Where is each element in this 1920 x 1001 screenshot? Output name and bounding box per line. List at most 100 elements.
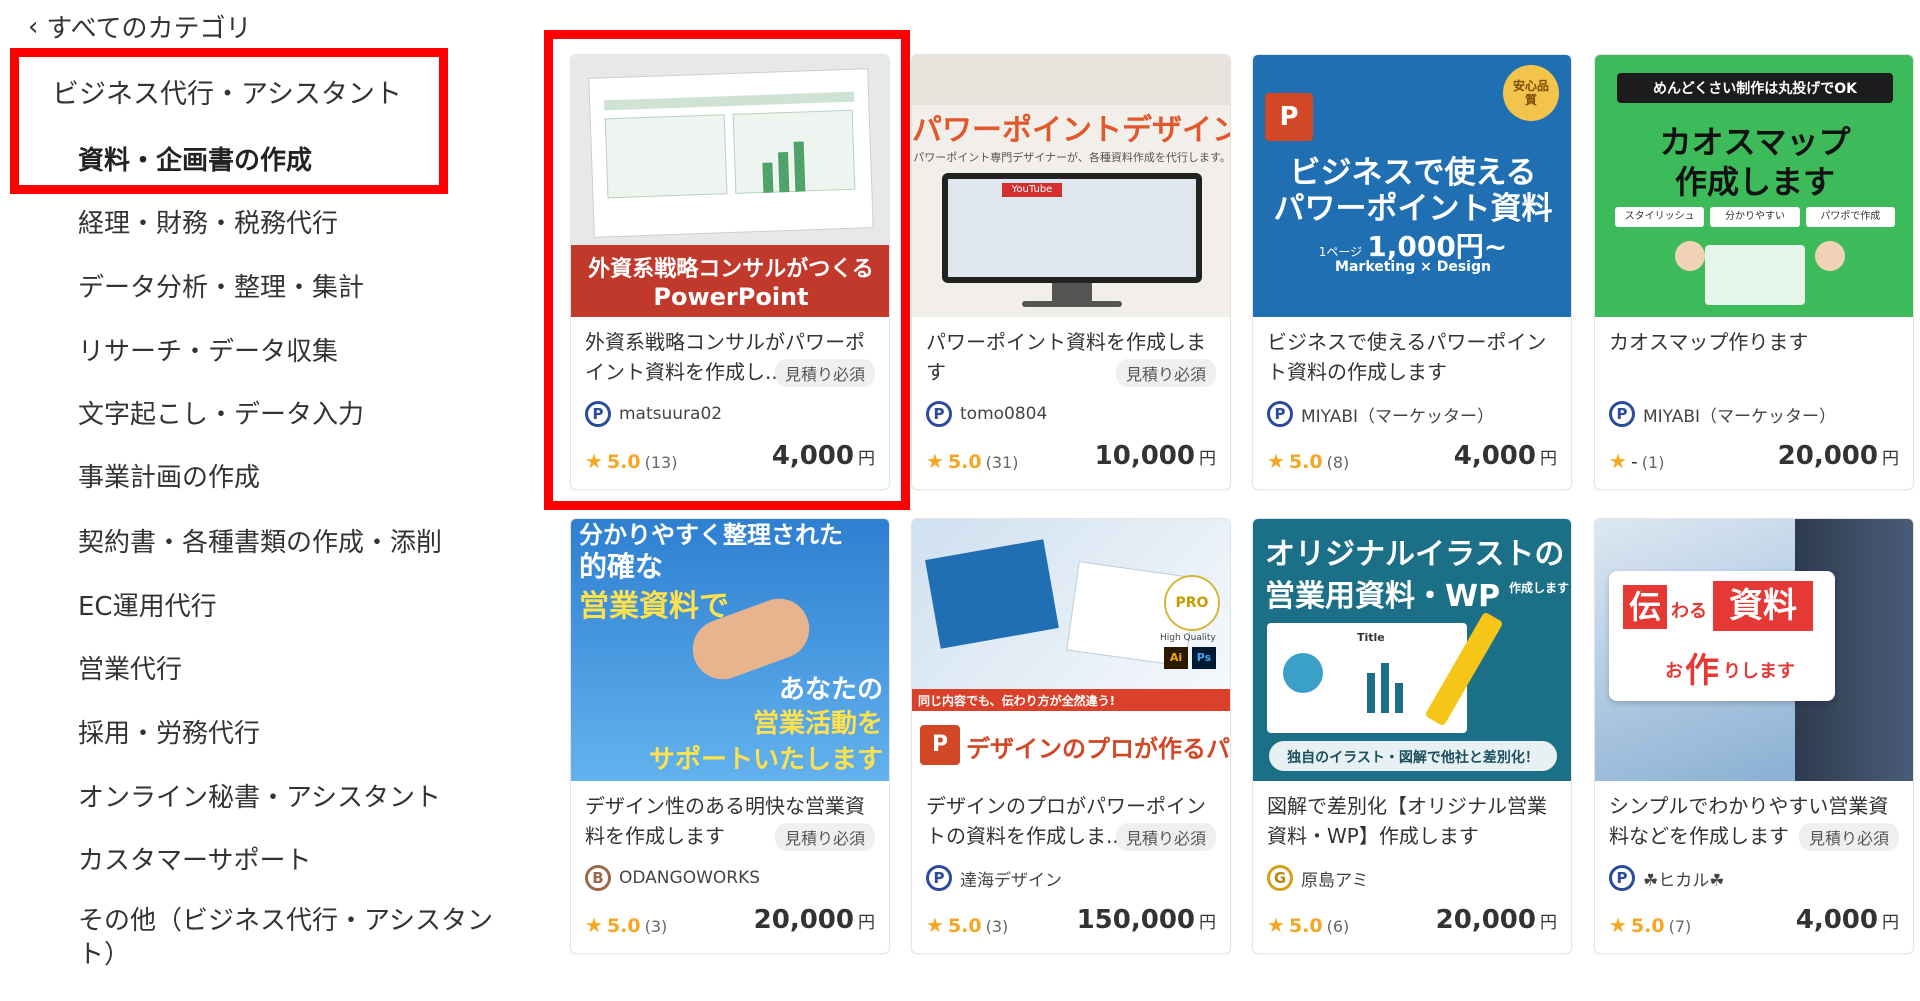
chip-stylish: スタイリッシュ xyxy=(1615,207,1705,227)
currency-label: 円 xyxy=(1540,449,1557,469)
star-icon: ★ xyxy=(1609,449,1627,473)
slide-preview-image xyxy=(588,68,874,238)
price: 10,000 円 xyxy=(1095,441,1216,471)
chip-powerpoint: パワポで作成 xyxy=(1805,207,1895,227)
monitor-image: YouTube xyxy=(942,173,1202,283)
rating-value: 5.0 xyxy=(947,451,982,473)
rating: ★ - (1) xyxy=(1609,449,1664,473)
sidebar-item-ec[interactable]: EC運用代行 xyxy=(78,586,217,623)
back-link-label: すべてのカテゴリ xyxy=(46,14,252,44)
seller-info[interactable]: P MIYABI（マーケッター） xyxy=(1267,401,1494,427)
price-value: 20,000 xyxy=(1435,905,1536,935)
rating: ★ 5.0 (3) xyxy=(926,913,1008,937)
service-title[interactable]: 図解で差別化【オリジナル営業資料・WP】作成します xyxy=(1267,791,1559,851)
word-2: わる xyxy=(1671,601,1707,622)
sidebar-item-customer-support[interactable]: カスタマーサポート xyxy=(78,840,311,877)
thumbnail-line-1: オリジナルイラストの xyxy=(1265,537,1565,572)
people-illustration xyxy=(1705,245,1805,305)
service-card[interactable]: PRO High Quality Ai Ps 同じ内容でも、伝わり方が全然違う!… xyxy=(911,518,1231,954)
service-card[interactable]: パワーポイントデザイン パワーポイント専門デザイナーが、各種資料作成を代行します… xyxy=(911,54,1231,490)
message-board: 伝 わる 資料 お 作 りします xyxy=(1609,571,1835,701)
service-thumbnail: P 安心品質 ビジネスで使える パワーポイント資料 1ページ 1,000円~ M… xyxy=(1253,55,1571,317)
star-icon: ★ xyxy=(1267,913,1285,937)
rating: ★ 5.0 (8) xyxy=(1267,449,1349,473)
review-count: (3) xyxy=(644,917,668,936)
seller-rank-badge-icon: G xyxy=(1267,865,1293,891)
seller-name: 達海デザイン xyxy=(960,870,1062,891)
service-card[interactable]: めんどくさい制作は丸投げでOK カオスマップ 作成します スタイリッシュ 分かり… xyxy=(1594,54,1914,490)
sidebar-item-documents[interactable]: 資料・企画書の作成 xyxy=(78,140,312,177)
thumbnail-tagline: Marketing × Design xyxy=(1335,259,1491,275)
seller-info[interactable]: P matsuura02 xyxy=(585,401,722,427)
review-count: (7) xyxy=(1668,917,1692,936)
thumbnail-chips: スタイリッシュ 分かりやすい パワポで作成 xyxy=(1615,207,1895,227)
seller-rank-badge-icon: P xyxy=(926,401,952,427)
rating: ★ 5.0 (6) xyxy=(1267,913,1349,937)
caption-text: 同じ内容でも、伝わり方が全然違う! xyxy=(918,694,1116,708)
word-4: お xyxy=(1665,661,1683,682)
seller-name: ☘ヒカル☘ xyxy=(1643,870,1725,891)
thumbnail-banner: 外資系戦略コンサルがつくる PowerPoint xyxy=(571,245,889,317)
sidebar-item-other[interactable]: その他（ビジネス代行・アシスタント） xyxy=(78,904,518,972)
sidebar-item-contracts[interactable]: 契約書・各種書類の作成・添削 xyxy=(78,522,442,559)
service-card[interactable]: P 安心品質 ビジネスで使える パワーポイント資料 1ページ 1,000円~ M… xyxy=(1252,54,1572,490)
banner-line-2: PowerPoint xyxy=(653,283,809,311)
price: 4,000 円 xyxy=(1454,441,1557,471)
estimate-badge: 見積り必須 xyxy=(774,823,875,851)
powerpoint-icon: P xyxy=(1265,93,1313,141)
star-icon: ★ xyxy=(1267,449,1285,473)
star-icon: ★ xyxy=(585,913,603,937)
seller-name: MIYABI（マーケッター） xyxy=(1301,406,1495,427)
seller-info[interactable]: P ☘ヒカル☘ xyxy=(1609,865,1724,891)
service-card[interactable]: オリジナルイラストの 営業用資料・WP 作成します Title 独自のイラスト・… xyxy=(1252,518,1572,954)
estimate-badge: 見積り必須 xyxy=(1798,823,1899,851)
rating-value: 5.0 xyxy=(1288,451,1323,473)
service-title[interactable]: ビジネスで使えるパワーポイント資料の作成します xyxy=(1267,327,1559,387)
sidebar-item-business-plan[interactable]: 事業計画の作成 xyxy=(78,457,260,494)
service-card[interactable]: 外資系戦略コンサルがつくる PowerPoint 外資系戦略コンサルがパワーポイ… xyxy=(570,54,890,490)
back-to-all-categories-link[interactable]: ‹ すべてのカテゴリ xyxy=(28,8,252,45)
caption-bar: 同じ内容でも、伝わり方が全然違う! xyxy=(912,689,1230,711)
quality-medal-icon: 安心品質 xyxy=(1503,65,1559,121)
thumbnail-line-4: 営業活動を xyxy=(752,709,883,739)
star-icon: ★ xyxy=(585,449,603,473)
service-card[interactable]: 分かりやすく整理された 的確な 営業資料で あなたの 営業活動を サポートいたし… xyxy=(570,518,890,954)
price-value: 4,000 xyxy=(1795,905,1878,935)
estimate-badge: 見積り必須 xyxy=(774,359,875,387)
seller-info[interactable]: P tomo0804 xyxy=(926,401,1047,427)
seller-rank-badge-icon: P xyxy=(1267,401,1293,427)
service-card[interactable]: 伝 わる 資料 お 作 りします シンプルでわかりやすい営業資料などを作成します… xyxy=(1594,518,1914,954)
youtube-tag: YouTube xyxy=(1002,183,1062,197)
price-value: 4,000 xyxy=(1453,441,1536,471)
documents-image: PRO High Quality Ai Ps xyxy=(912,519,1230,689)
rating: ★ 5.0 (3) xyxy=(585,913,667,937)
thumbnail-top-text: めんどくさい制作は丸投げでOK xyxy=(1653,81,1857,97)
currency-label: 円 xyxy=(858,449,875,469)
sidebar-item-transcription[interactable]: 文字起こし・データ入力 xyxy=(78,394,364,431)
thumbnail-line-1: 的確な xyxy=(579,550,664,583)
sidebar-item-accounting[interactable]: 経理・財務・税務代行 xyxy=(78,203,338,240)
star-icon: ★ xyxy=(926,913,944,937)
banner-line-1: 外資系戦略コンサルがつくる xyxy=(588,257,874,282)
thumbnail-headline: パワーポイントデザイン xyxy=(912,113,1231,148)
service-title[interactable]: カオスマップ作ります xyxy=(1609,327,1901,387)
seller-name: MIYABI（マーケッター） xyxy=(1643,406,1837,427)
seller-rank-badge-icon: P xyxy=(926,865,952,891)
category-sidebar: ‹ すべてのカテゴリ ビジネス代行・アシスタント 資料・企画書の作成 経理・財務… xyxy=(0,0,540,1001)
seller-name: ODANGOWORKS xyxy=(619,868,761,888)
thumbnail-line-2: 営業資料で xyxy=(579,589,729,624)
parent-category-label[interactable]: ビジネス代行・アシスタント xyxy=(52,72,402,111)
price: 150,000 円 xyxy=(1077,905,1216,935)
sidebar-item-sales[interactable]: 営業代行 xyxy=(78,649,182,686)
footer-text: 独自のイラスト・図解で他社と差別化！ xyxy=(1287,750,1539,766)
seller-info[interactable]: P MIYABI（マーケッター） xyxy=(1609,401,1836,427)
seller-info[interactable]: G 原島アミ xyxy=(1267,865,1369,891)
seller-info[interactable]: P 達海デザイン xyxy=(926,865,1062,891)
sidebar-item-hr[interactable]: 採用・労務代行 xyxy=(78,713,260,750)
review-count: (6) xyxy=(1326,917,1350,936)
sidebar-item-research[interactable]: リサーチ・データ収集 xyxy=(78,331,338,368)
review-count: (1) xyxy=(1641,453,1665,472)
sidebar-item-online-secretary[interactable]: オンライン秘書・アシスタント xyxy=(78,777,441,814)
seller-info[interactable]: B ODANGOWORKS xyxy=(585,865,760,891)
sidebar-item-data-analysis[interactable]: データ分析・整理・集計 xyxy=(78,267,364,304)
